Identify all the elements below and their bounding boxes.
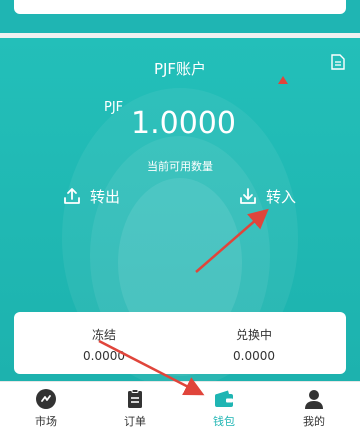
nav-item-market[interactable]: 市场 xyxy=(16,388,76,429)
frozen-stat: 冻结 0.0000 xyxy=(44,326,164,363)
nav-item-orders[interactable]: 订单 xyxy=(105,388,165,429)
exchanging-stat: 兑换中 0.0000 xyxy=(194,326,314,363)
transfer-in-label: 转入 xyxy=(266,187,297,206)
balance-display: PJF 1.0000 xyxy=(0,98,360,148)
transfer-out-button[interactable]: 转出 xyxy=(62,184,120,208)
account-title: PJF账户 xyxy=(153,60,207,78)
nav-label: 市场 xyxy=(35,415,57,428)
balance-amount: 1.0000 xyxy=(131,106,236,141)
nav-label: 钱包 xyxy=(213,415,235,428)
nav-label: 我的 xyxy=(303,415,325,428)
records-icon[interactable] xyxy=(331,54,345,70)
frozen-value: 0.0000 xyxy=(83,349,125,363)
top-asset-card: 0.0000 0.0000 xyxy=(0,0,360,33)
download-icon xyxy=(240,188,256,204)
frozen-label: 冻结 xyxy=(91,328,116,342)
exchanging-label: 兑换中 xyxy=(235,328,272,342)
transfer-out-label: 转出 xyxy=(90,187,121,206)
wallet-icon xyxy=(215,390,233,407)
nav-label: 订单 xyxy=(124,415,146,428)
available-quantity-label: 当前可用数量 xyxy=(147,160,213,173)
top-card-inner xyxy=(14,0,346,14)
market-icon xyxy=(36,389,56,409)
top-right-value: 0.0000 xyxy=(237,0,276,11)
top-left-value: 0.0000 xyxy=(86,0,125,11)
order-icon xyxy=(128,389,142,408)
nav-item-profile[interactable]: 我的 xyxy=(284,388,344,429)
stats-panel: 冻结 0.0000 兑换中 0.0000 xyxy=(14,312,346,374)
profile-icon xyxy=(305,390,323,409)
upload-icon xyxy=(64,188,80,204)
transfer-in-button[interactable]: 转入 xyxy=(238,184,296,208)
price-up-indicator xyxy=(278,76,288,84)
nav-item-wallet[interactable]: 钱包 xyxy=(194,388,254,429)
bottom-nav: 市场 订单 钱包 我的 xyxy=(0,381,360,430)
exchanging-value: 0.0000 xyxy=(233,349,275,363)
currency-label: PJF xyxy=(104,100,124,115)
